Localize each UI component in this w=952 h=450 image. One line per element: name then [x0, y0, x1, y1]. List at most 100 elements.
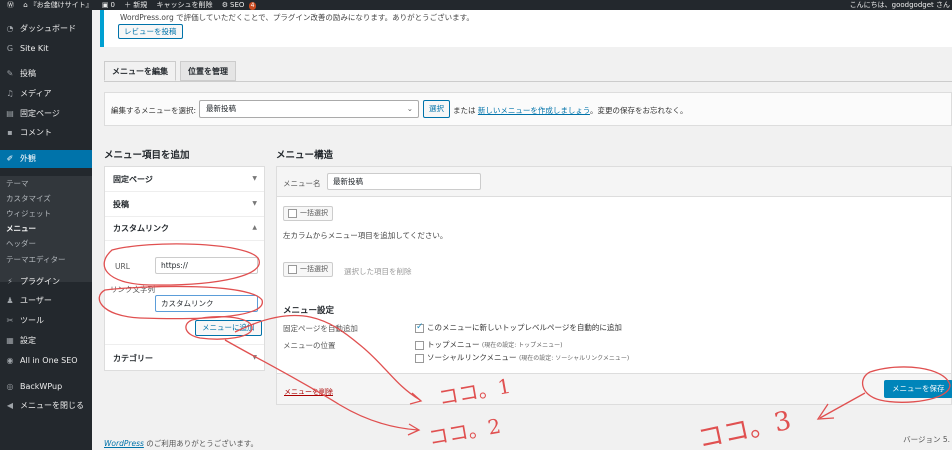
sidebar-item-pages[interactable]: ▤ 固定ページ: [0, 105, 92, 123]
wordpress-logo-icon[interactable]: Ⓦ: [7, 0, 14, 10]
sidebar-item-label: メニューを閉じる: [20, 401, 84, 410]
review-button[interactable]: レビューを投稿: [118, 24, 183, 39]
menu-settings-heading: メニュー設定: [283, 306, 335, 316]
url-input[interactable]: https://: [155, 257, 258, 274]
sidebar-item-label: BackWPup: [20, 382, 63, 391]
auto-add-label: 固定ページを自動追加: [283, 324, 358, 333]
annotation-3: ココ。3: [695, 406, 794, 450]
site-name-link[interactable]: 『お金儲けサイト』: [30, 0, 93, 10]
bulk-select-label: 一括選択: [300, 265, 328, 273]
sidebar-item-sitekit[interactable]: G Site Kit: [0, 40, 92, 58]
or-text: または: [453, 106, 476, 115]
sidebar-item-label: 投稿: [20, 69, 36, 78]
submenu-header[interactable]: ヘッダー: [0, 236, 92, 252]
menu-select-dropdown[interactable]: 最新投稿 ⌄: [199, 100, 419, 118]
panel-divider: [105, 191, 264, 192]
submenu-menus[interactable]: メニュー: [0, 221, 92, 237]
bulk-select-top[interactable]: 一括選択: [283, 206, 333, 221]
sidebar-item-dashboard[interactable]: ◔ ダッシュボード: [0, 20, 92, 38]
sidebar-item-posts[interactable]: ✎ 投稿: [0, 65, 92, 83]
select-button[interactable]: 選択: [423, 100, 450, 118]
sidebar-item-appearance[interactable]: ✐ 外観: [0, 150, 92, 168]
bulk-select-checkbox[interactable]: [288, 264, 297, 274]
submenu-widgets[interactable]: ウィジェット: [0, 206, 92, 222]
location-social-menu[interactable]: ソーシャルリンクメニュー (現在の設定: ソーシャルリンクメニュー): [415, 352, 629, 363]
panel-posts-title[interactable]: 投稿: [113, 199, 129, 210]
menu-structure-panel: メニュー名 最新投稿 一括選択 左カラムからメニュー項目を追加してください。 一…: [276, 166, 952, 405]
comments-count[interactable]: 0: [111, 0, 115, 10]
greeting-link[interactable]: こんにちは、goodgodget さん: [850, 0, 950, 10]
link-text-input[interactable]: カスタムリンク: [155, 295, 258, 312]
sitekit-g-icon: G: [6, 44, 14, 53]
wrench-icon: ✂: [6, 316, 14, 325]
wordpress-link[interactable]: WordPress: [104, 439, 144, 448]
auto-add-text: このメニューに新しいトップレベルページを自動的に追加: [427, 323, 622, 332]
tab-edit-menus[interactable]: メニューを編集: [104, 61, 176, 81]
sidebar-item-aioseo[interactable]: ◉ All in One SEO: [0, 352, 92, 370]
admin-sidebar: ◔ ダッシュボード G Site Kit ✎ 投稿 ♫ メディア ▤ 固定ページ ▪ コメン…: [0, 10, 92, 450]
location-social-note: (現在の設定: ソーシャルリンクメニュー): [518, 355, 630, 362]
panel-divider: [105, 344, 264, 345]
chevron-down-icon[interactable]: ▼: [252, 200, 257, 207]
comment-icon: ▣: [101, 1, 109, 9]
sidebar-item-label: プラグイン: [20, 277, 60, 286]
plug-icon: ⚡: [7, 277, 13, 286]
add-items-heading: メニュー項目を追加: [104, 150, 190, 161]
settings-icon: ▦: [6, 336, 14, 345]
media-icon: ♫: [6, 89, 14, 98]
bulk-select-checkbox[interactable]: [288, 208, 297, 218]
panel-custom-links-title[interactable]: カスタムリンク: [113, 223, 169, 234]
version-text: バージョン 5.: [903, 435, 950, 444]
auto-add-option[interactable]: このメニューに新しいトップレベルページを自動的に追加: [415, 322, 622, 333]
menu-structure-footer: [277, 373, 951, 404]
site-home-icon: ⌂: [23, 1, 28, 9]
bulk-select-bottom[interactable]: 一括選択: [283, 262, 333, 277]
panel-categories-title[interactable]: カテゴリー: [113, 353, 153, 364]
save-menu-button[interactable]: メニューを保存: [884, 380, 952, 398]
seo-link[interactable]: SEO: [230, 0, 244, 10]
submenu-theme-editor[interactable]: テーマエディター: [0, 252, 92, 268]
new-link[interactable]: 新規: [133, 0, 147, 10]
menu-name-input[interactable]: 最新投稿: [327, 173, 481, 190]
location-top-checkbox[interactable]: [415, 340, 424, 350]
paintbrush-icon: ✐: [6, 154, 14, 163]
sidebar-item-label: コメント: [20, 128, 52, 137]
sidebar-item-label: 外観: [20, 154, 36, 163]
sidebar-item-label: ユーザー: [20, 296, 52, 305]
delete-menu-link[interactable]: メニューを削除: [284, 387, 333, 397]
panel-pages-title[interactable]: 固定ページ: [113, 174, 153, 185]
after-text: 。変更の保存をお忘れなく。: [589, 106, 688, 115]
chevron-up-icon[interactable]: ▲: [252, 224, 257, 231]
sidebar-item-comments[interactable]: ▪ コメント: [0, 124, 92, 142]
sidebar-item-tools[interactable]: ✂ ツール: [0, 312, 92, 330]
sidebar-collapse[interactable]: ◀ メニューを閉じる: [0, 397, 92, 415]
sidebar-item-label: Site Kit: [20, 44, 49, 53]
sidebar-item-label: ツール: [20, 316, 44, 325]
sidebar-item-label: ダッシュボード: [20, 24, 76, 33]
tab-manage-locations[interactable]: 位置を管理: [180, 61, 236, 81]
sidebar-item-settings[interactable]: ▦ 設定: [0, 332, 92, 350]
panel-divider: [105, 240, 264, 241]
remove-selected-link[interactable]: 選択した項目を削除: [344, 266, 412, 277]
chevron-down-icon[interactable]: ▼: [252, 354, 257, 361]
url-label: URL: [115, 262, 130, 271]
auto-add-checkbox[interactable]: [415, 322, 424, 333]
sidebar-item-plugins[interactable]: ⚡ プラグイン: [0, 273, 92, 291]
seo-gear-icon: ⚙: [221, 1, 228, 9]
tab-divider: [104, 81, 952, 82]
location-top-menu[interactable]: トップメニュー (現在の設定: トップメニュー): [415, 339, 563, 350]
sidebar-item-users[interactable]: ♟ ユーザー: [0, 292, 92, 310]
backwpup-icon: ◎: [6, 382, 14, 391]
create-menu-link[interactable]: 新しいメニューを作成しましょう: [478, 106, 590, 115]
location-top-note: (現在の設定: トップメニュー): [481, 342, 563, 349]
location-social-checkbox[interactable]: [415, 353, 424, 363]
page-icon: ▤: [6, 109, 14, 118]
add-to-menu-button[interactable]: メニューに追加: [195, 320, 262, 336]
sidebar-item-backwpup[interactable]: ◎ BackWPup: [0, 378, 92, 396]
clear-cache-link[interactable]: キャッシュを削除: [156, 0, 212, 10]
submenu-themes[interactable]: テーマ: [0, 176, 92, 192]
comment-bubble-icon: ▪: [7, 128, 13, 137]
chevron-down-icon[interactable]: ▼: [252, 175, 257, 182]
sidebar-item-media[interactable]: ♫ メディア: [0, 85, 92, 103]
submenu-customize[interactable]: カスタマイズ: [0, 191, 92, 207]
